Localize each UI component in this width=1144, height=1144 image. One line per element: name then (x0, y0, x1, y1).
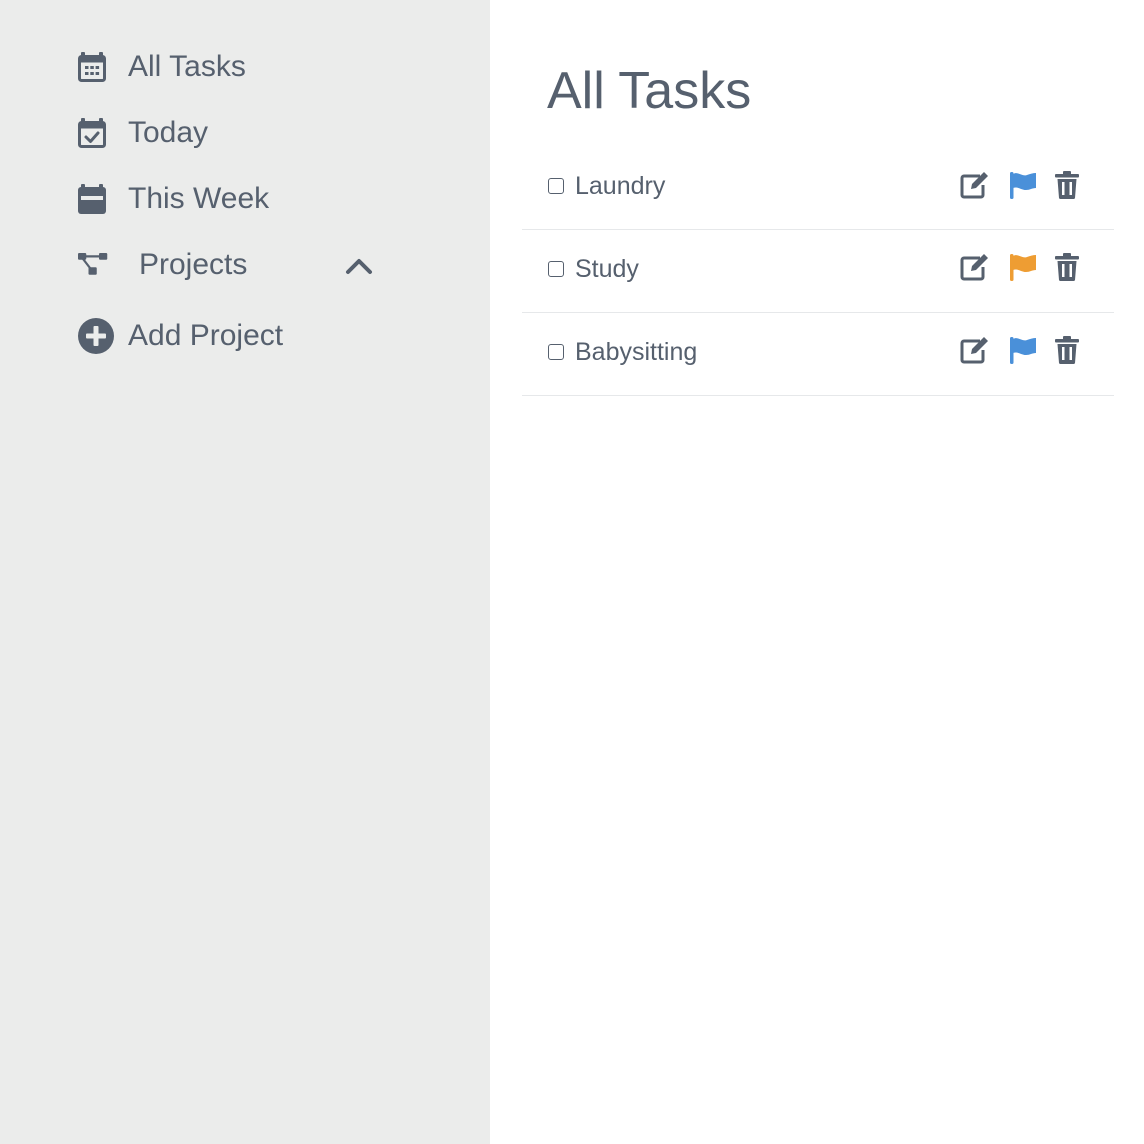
sidebar-item-projects[interactable]: Projects (78, 248, 378, 282)
flag-icon[interactable] (1008, 170, 1038, 200)
calendar-grid-icon (78, 52, 108, 82)
plus-circle-icon (78, 318, 114, 354)
task-actions (960, 170, 1082, 200)
task-list: Laundry Study Babysitting (522, 148, 1114, 396)
flag-icon[interactable] (1008, 335, 1038, 365)
sidebar: All Tasks Today This Week Projects Add P… (0, 0, 490, 1144)
calendar-week-icon (78, 184, 108, 214)
edit-icon[interactable] (960, 170, 990, 200)
task-actions (960, 335, 1082, 365)
task-actions (960, 252, 1082, 282)
edit-icon[interactable] (960, 335, 990, 365)
sidebar-item-label: Projects (139, 248, 248, 281)
task-name: Study (575, 255, 639, 283)
task-checkbox[interactable] (548, 178, 564, 194)
project-diagram-icon (78, 250, 108, 280)
app-window: All Tasks Today This Week Projects Add P… (0, 0, 1144, 1144)
main-content: All Tasks Laundry Study Babysitting (490, 0, 1144, 1144)
page-title: All Tasks (547, 62, 752, 120)
task-name: Laundry (575, 172, 666, 200)
task-row: Study (522, 230, 1114, 313)
chevron-up-icon[interactable] (344, 256, 374, 276)
task-name: Babysitting (575, 338, 698, 366)
sidebar-item-this-week[interactable]: This Week (78, 182, 269, 216)
calendar-check-icon (78, 118, 108, 148)
task-row: Laundry (522, 148, 1114, 230)
trash-icon[interactable] (1052, 170, 1082, 200)
edit-icon[interactable] (960, 252, 990, 282)
task-row: Babysitting (522, 313, 1114, 396)
sidebar-item-label: All Tasks (128, 50, 246, 83)
trash-icon[interactable] (1052, 335, 1082, 365)
sidebar-item-label: Add Project (128, 319, 284, 352)
sidebar-item-label: This Week (128, 182, 270, 215)
task-checkbox[interactable] (548, 344, 564, 360)
add-project-button[interactable]: Add Project (78, 318, 283, 354)
sidebar-item-label: Today (128, 116, 209, 149)
task-checkbox[interactable] (548, 261, 564, 277)
trash-icon[interactable] (1052, 252, 1082, 282)
sidebar-item-all-tasks[interactable]: All Tasks (78, 50, 246, 84)
sidebar-item-today[interactable]: Today (78, 116, 208, 150)
flag-icon[interactable] (1008, 252, 1038, 282)
